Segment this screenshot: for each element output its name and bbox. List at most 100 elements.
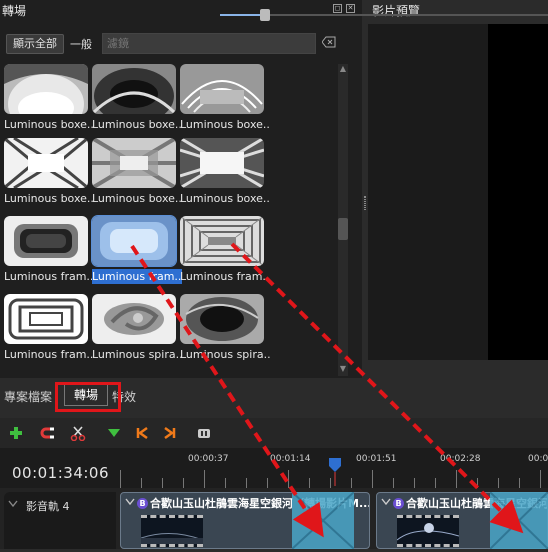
ruler-tick xyxy=(498,478,499,488)
general-filter-button[interactable]: 一般 xyxy=(70,36,92,52)
transition-thumbnail xyxy=(180,216,264,266)
transition-thumbnail xyxy=(180,294,264,344)
ruler-tick xyxy=(267,478,268,488)
video-preview-panel: 影片預覽 xyxy=(368,0,548,378)
tab-project-files[interactable]: 專案檔案 xyxy=(4,388,52,405)
transition-item[interactable]: Luminous fram... xyxy=(4,216,94,290)
ruler-tick xyxy=(540,470,541,488)
timeline-toolbar xyxy=(0,418,548,448)
ruler-tick xyxy=(351,478,352,488)
ruler-tick xyxy=(288,470,289,488)
scroll-up-icon[interactable]: ▲ xyxy=(338,64,348,74)
search-input[interactable] xyxy=(102,33,316,54)
tab-highlight-annotation xyxy=(55,382,121,412)
timeline-ruler[interactable]: 00:01:34:06 00:00:37 00:01:14 00:01:51 00:0… xyxy=(0,448,548,488)
add-marker-icon[interactable] xyxy=(106,425,122,441)
transition-item[interactable]: Luminous spira... xyxy=(92,294,182,368)
ruler-tick xyxy=(141,478,142,488)
previous-marker-icon[interactable] xyxy=(134,425,150,441)
transition-thumbnail xyxy=(4,64,88,114)
transitions-grid: Luminous boxe... Luminous boxe... Luminous… xyxy=(4,52,334,374)
transition-thumbnail xyxy=(4,294,88,344)
ruler-tick xyxy=(393,478,394,488)
ruler-tick-label: 00:00:37 xyxy=(188,454,229,464)
transition-label: Luminous boxe... xyxy=(180,192,270,205)
track-name: 影音軌 4 xyxy=(26,500,70,513)
clip-thumbnail xyxy=(396,515,460,547)
close-panel-icon[interactable]: ✕ xyxy=(346,4,355,13)
playhead-icon[interactable] xyxy=(329,458,341,486)
transition-thumbnail xyxy=(92,294,176,344)
transition-item[interactable]: Luminous spira... xyxy=(180,294,270,368)
transition-item[interactable]: Luminous fram... xyxy=(4,294,94,368)
clip-badge: B xyxy=(137,498,148,509)
ruler-tick-label: 00:01:51 xyxy=(356,454,397,464)
ruler-tick xyxy=(519,478,520,488)
ruler-tick xyxy=(246,478,247,488)
video-preview-title: 影片預覽 xyxy=(372,4,421,18)
snap-icon[interactable] xyxy=(40,425,56,441)
transition-thumbnail xyxy=(92,64,176,114)
ruler-tick xyxy=(225,478,226,488)
transition-thumbnail xyxy=(4,138,88,188)
zoom-slider-fill xyxy=(220,14,264,16)
ruler-tick xyxy=(204,470,205,488)
razor-icon[interactable] xyxy=(70,425,86,442)
show-all-button[interactable]: 顯示全部 xyxy=(6,34,64,54)
ruler-tick xyxy=(183,478,184,488)
transition-marker[interactable] xyxy=(291,491,355,550)
ruler-tick xyxy=(162,478,163,488)
ruler-tick xyxy=(120,470,121,488)
clip-badge: B xyxy=(393,498,404,509)
timeline-track: 影音軌 4 B 合歡山玉山杜鵑雲海星空銀河（轉場影片M... B 合歡山玉山杜鵑雲海… xyxy=(0,488,548,550)
video-preview-frame xyxy=(488,24,548,360)
transition-thumbnail xyxy=(4,216,88,266)
transition-label: Luminous boxe... xyxy=(92,118,182,131)
transition-marker[interactable] xyxy=(489,491,548,550)
transition-item[interactable]: Luminous boxe... xyxy=(180,138,270,212)
ruler-tick xyxy=(477,478,478,488)
transition-thumbnail xyxy=(92,138,176,188)
add-track-icon[interactable] xyxy=(8,425,24,441)
transitions-panel: 轉場 ◻ ✕ 顯示全部 一般 Luminous boxe...Luminous … xyxy=(0,0,362,378)
zoom-icon xyxy=(196,425,212,441)
ruler-tick-label: 00:01:14 xyxy=(270,454,311,464)
ruler-tick xyxy=(456,470,457,488)
transition-label: Luminous fram... xyxy=(4,348,94,361)
transition-item[interactable]: Luminous boxe... xyxy=(180,64,270,138)
transition-item[interactable]: Luminous fram... xyxy=(91,215,182,290)
transition-thumbnail xyxy=(180,64,264,114)
transitions-panel-title: 轉場 xyxy=(2,4,27,18)
transition-label: Luminous boxe... xyxy=(92,192,182,205)
next-marker-icon[interactable] xyxy=(162,425,178,441)
clip-thumbnail xyxy=(140,515,204,547)
transition-item[interactable]: Luminous boxe... xyxy=(92,64,182,138)
scrollbar-thumb[interactable] xyxy=(338,218,348,240)
transition-label: Luminous fram... xyxy=(4,270,94,283)
transition-label: Luminous spira... xyxy=(92,348,182,361)
ruler-tick xyxy=(309,478,310,488)
transition-label: Luminous fram... xyxy=(180,270,270,283)
transition-label: Luminous boxe... xyxy=(4,118,94,131)
current-time-display: 00:01:34:06 xyxy=(12,464,110,482)
zoom-slider-handle[interactable] xyxy=(260,9,270,21)
ruler-tick-label: 00:02:28 xyxy=(440,454,481,464)
ruler-tick xyxy=(435,478,436,488)
transition-label: Luminous boxe... xyxy=(180,118,270,131)
clear-search-icon[interactable] xyxy=(321,36,336,48)
ruler-tick xyxy=(372,470,373,488)
transition-thumbnail xyxy=(91,215,177,267)
transition-label: Luminous fram... xyxy=(92,269,182,284)
scroll-down-icon[interactable]: ▼ xyxy=(338,364,348,374)
float-panel-icon[interactable]: ◻ xyxy=(333,4,342,13)
transition-item[interactable]: Luminous fram... xyxy=(180,216,270,290)
transition-item[interactable]: Luminous boxe... xyxy=(92,138,182,212)
transition-label: Luminous spira... xyxy=(180,348,270,361)
transition-item[interactable]: Luminous boxe... xyxy=(4,138,94,212)
ruler-tick-label: 00:03 xyxy=(528,454,548,464)
transition-item[interactable]: Luminous boxe... xyxy=(4,64,94,138)
ruler-tick xyxy=(414,478,415,488)
track-header[interactable]: 影音軌 4 xyxy=(4,492,116,549)
transition-thumbnail xyxy=(180,138,264,188)
transition-label: Luminous boxe... xyxy=(4,192,94,205)
